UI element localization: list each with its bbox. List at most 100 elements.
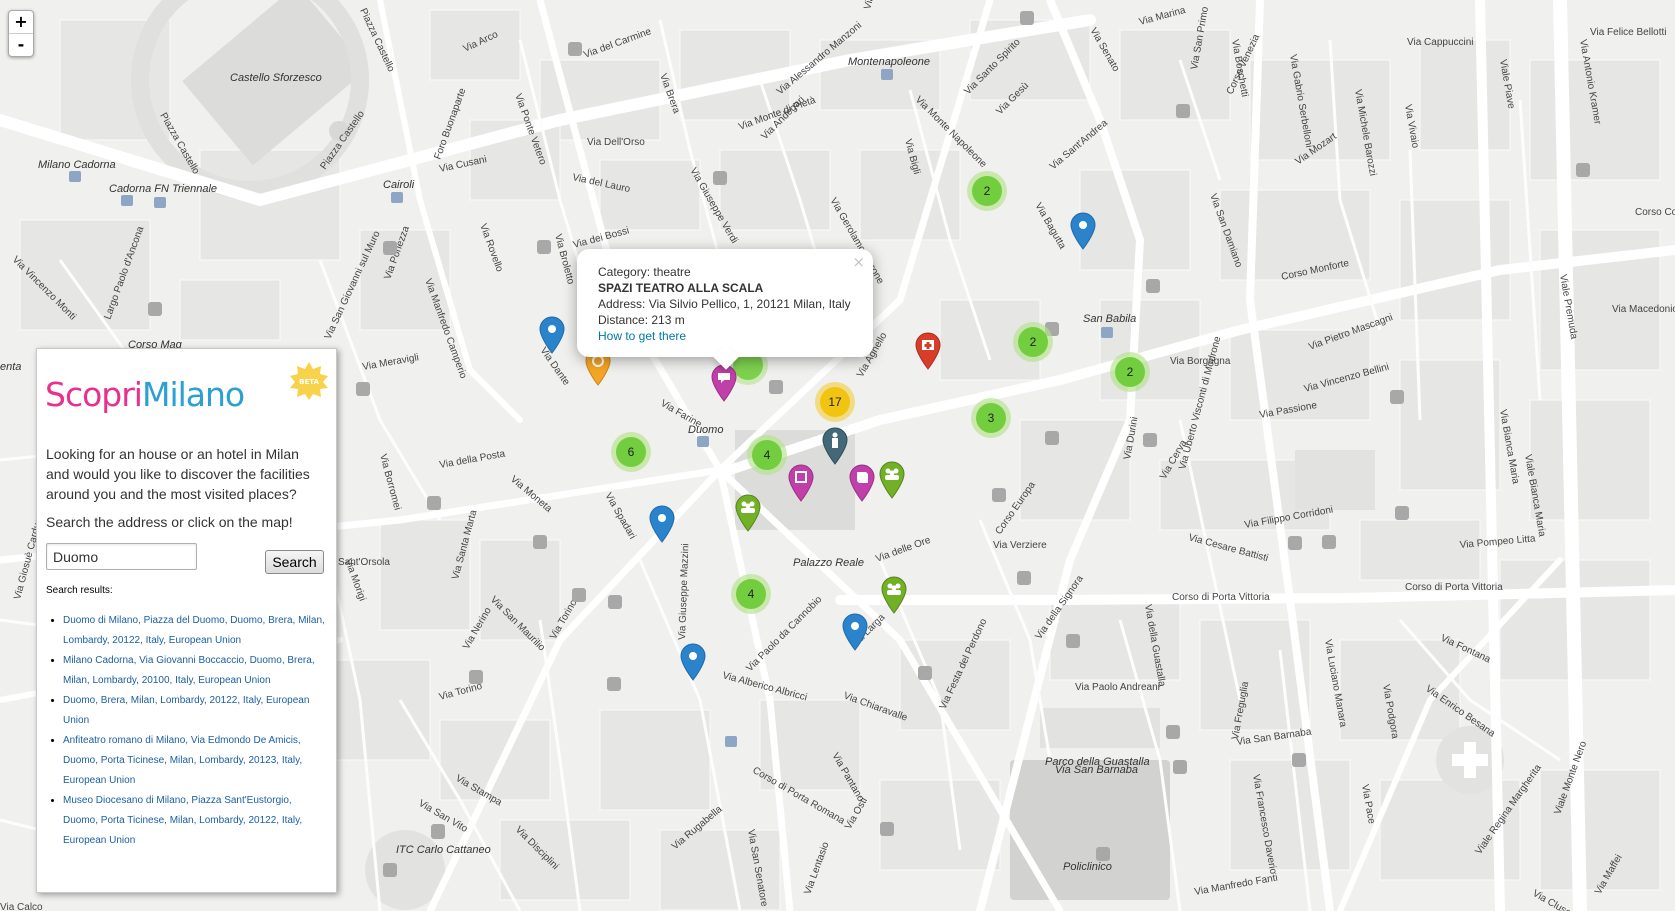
svg-text:Castello Sforzesco: Castello Sforzesco: [230, 72, 322, 84]
svg-text:Via Bianca Maria: Via Bianca Maria: [1497, 409, 1521, 486]
svg-text:Via Felice Bellotti: Via Felice Bellotti: [1590, 27, 1667, 38]
marker-cluster[interactable]: 4: [731, 574, 771, 614]
svg-text:Via Sant'Andrea: Via Sant'Andrea: [1048, 117, 1110, 172]
svg-text:Via Rovello: Via Rovello: [477, 222, 505, 274]
marker-cluster[interactable]: 17: [815, 382, 855, 422]
svg-text:Via Meravigli: Via Meravigli: [362, 352, 420, 373]
svg-text:Via della Posta: Via della Posta: [439, 448, 507, 470]
svg-text:Via Manfredo Fanti: Via Manfredo Fanti: [1194, 872, 1279, 897]
list-item: Museo Diocesano di Milano, Piazza Sant'E…: [63, 791, 328, 851]
marker-cluster[interactable]: 2: [967, 171, 1007, 211]
cluster-count: 2: [972, 176, 1002, 206]
monument-marker[interactable]: [822, 427, 848, 465]
svg-text:Via Pace: Via Pace: [1359, 784, 1377, 826]
zoom-control: + -: [8, 10, 34, 57]
directions-link[interactable]: How to get there: [598, 329, 686, 343]
hospital-marker[interactable]: [915, 332, 941, 370]
svg-text:Sant'Orsola: Sant'Orsola: [338, 557, 390, 568]
list-item: Duomo, Brera, Milan, Lombardy, 20122, It…: [63, 691, 328, 731]
svg-text:Via delle Ore: Via delle Ore: [874, 535, 932, 565]
svg-text:Via Borromei: Via Borromei: [377, 453, 403, 512]
svg-text:Policlinico: Policlinico: [1063, 861, 1112, 873]
popup-address: Address: Via Silvio Pellico, 1, 20121 Mi…: [598, 297, 851, 311]
marker-cluster[interactable]: 2: [1013, 322, 1053, 362]
search-result-link[interactable]: Anfiteatro romano di Milano, Via Edmondo…: [63, 735, 302, 786]
svg-text:Milano Cadorna: Milano Cadorna: [38, 159, 116, 171]
popup-title: SPAZI TEATRO ALLA SCALA: [598, 281, 764, 295]
svg-text:Via San Barnaba: Via San Barnaba: [1055, 764, 1138, 776]
svg-text:Via Dell'Orso: Via Dell'Orso: [587, 137, 645, 148]
svg-text:Via Cappuccini: Via Cappuccini: [1407, 37, 1474, 48]
search-result-link[interactable]: Museo Diocesano di Milano, Piazza Sant'E…: [63, 795, 302, 846]
svg-text:Via Alessandro Ma: Via Alessandro Ma: [862, 0, 894, 11]
svg-text:Via Paolo Andreani: Via Paolo Andreani: [1075, 682, 1160, 693]
group-marker[interactable]: [879, 461, 905, 499]
svg-text:Via Bagutta: Via Bagutta: [1032, 201, 1068, 252]
svg-text:Piazza Castello: Piazza Castello: [318, 109, 367, 172]
svg-text:Via Macedonio: Via Macedonio: [1612, 304, 1675, 315]
cluster-count: 17: [820, 387, 850, 417]
marker-cluster[interactable]: 3: [971, 398, 1011, 438]
search-button[interactable]: Search: [265, 550, 324, 574]
svg-text:Via Spadari: Via Spadari: [602, 491, 637, 541]
svg-text:Palazzo Reale: Palazzo Reale: [793, 557, 864, 569]
results-title: Search results:: [46, 585, 113, 596]
svg-text:Via Calco: Via Calco: [0, 902, 43, 911]
map-pin-marker[interactable]: [680, 643, 706, 681]
map-pin-marker[interactable]: [649, 505, 675, 543]
marker-cluster[interactable]: 2: [1110, 352, 1150, 392]
library-marker[interactable]: [849, 464, 875, 502]
svg-text:Cairoli: Cairoli: [383, 179, 415, 191]
marker-popup: × Category: theatre SPAZI TEATRO ALLA SC…: [577, 249, 873, 370]
popup-close-button[interactable]: ×: [852, 253, 865, 271]
popup-distance: Distance: 213 m: [598, 313, 685, 327]
address-search-input[interactable]: [46, 543, 197, 570]
search-hint: Search the address or click on the map!: [46, 514, 293, 530]
cluster-count: 4: [752, 440, 782, 470]
list-item: Anfiteatro romano di Milano, Via Edmondo…: [63, 731, 328, 791]
search-result-link[interactable]: Milano Cadorna, Via Giovanni Boccaccio, …: [63, 655, 315, 686]
cluster-count: 3: [976, 403, 1006, 433]
svg-text:BETA: BETA: [299, 378, 319, 386]
cluster-count: 2: [1018, 327, 1048, 357]
svg-text:Via Vivaio: Via Vivaio: [1402, 104, 1421, 150]
svg-text:Corso di Porta Vittoria: Corso di Porta Vittoria: [1405, 582, 1503, 593]
intro-text: Looking for an house or an hotel in Mila…: [46, 446, 310, 502]
group-marker[interactable]: [735, 494, 761, 532]
svg-text:Via Verziere: Via Verziere: [993, 540, 1047, 551]
map-pin-marker[interactable]: [842, 613, 868, 651]
svg-text:Duomo: Duomo: [688, 424, 723, 436]
search-result-link[interactable]: Duomo di Milano, Piazza del Duomo, Duomo…: [63, 615, 325, 646]
map-pin-marker[interactable]: [539, 316, 565, 354]
svg-text:Via Senato: Via Senato: [1087, 26, 1121, 74]
group-marker[interactable]: [881, 576, 907, 614]
svg-text:Via Marina: Via Marina: [1138, 5, 1187, 28]
cluster-count: 4: [736, 579, 766, 609]
cluster-count: 2: [1115, 357, 1145, 387]
svg-text:Via del Carmine: Via del Carmine: [582, 26, 653, 61]
svg-text:ITC Carlo Cattaneo: ITC Carlo Cattaneo: [396, 844, 491, 856]
svg-text:Cadorna FN Triennale: Cadorna FN Triennale: [109, 183, 217, 195]
list-item: Duomo di Milano, Piazza del Duomo, Duomo…: [63, 611, 328, 651]
chat-marker[interactable]: [711, 364, 737, 402]
marker-cluster[interactable]: 6: [611, 432, 651, 472]
marker-cluster[interactable]: 4: [747, 435, 787, 475]
search-result-link[interactable]: Duomo, Brera, Milan, Lombardy, 20122, It…: [63, 695, 309, 726]
search-results-list: Duomo di Milano, Piazza del Duomo, Duomo…: [51, 611, 328, 851]
svg-text:Montenapoleone: Montenapoleone: [848, 56, 930, 68]
map-view[interactable]: Via Arco Via del Carmine Via Ponte Veter…: [0, 0, 1675, 911]
cinema-marker[interactable]: [788, 464, 814, 502]
list-item: Milano Cadorna, Via Giovanni Boccaccio, …: [63, 651, 328, 691]
svg-text:Corso Cor: Corso Cor: [1635, 207, 1675, 218]
svg-text:Via Cesare Battisti: Via Cesare Battisti: [1187, 532, 1269, 564]
map-pin-marker[interactable]: [1070, 212, 1096, 250]
svg-text:Via Torino: Via Torino: [438, 681, 484, 703]
svg-text:Via Osti: Via Osti: [843, 796, 870, 832]
zoom-out-button[interactable]: -: [9, 33, 33, 56]
popup-category: Category: theatre: [598, 265, 691, 279]
search-panel: ScopriMilano BETA Looking for an house o…: [36, 348, 337, 893]
svg-text:San Babila: San Babila: [1083, 313, 1136, 325]
beta-badge-icon: BETA: [290, 362, 328, 400]
svg-text:enta: enta: [0, 361, 21, 373]
zoom-in-button[interactable]: +: [9, 11, 33, 33]
